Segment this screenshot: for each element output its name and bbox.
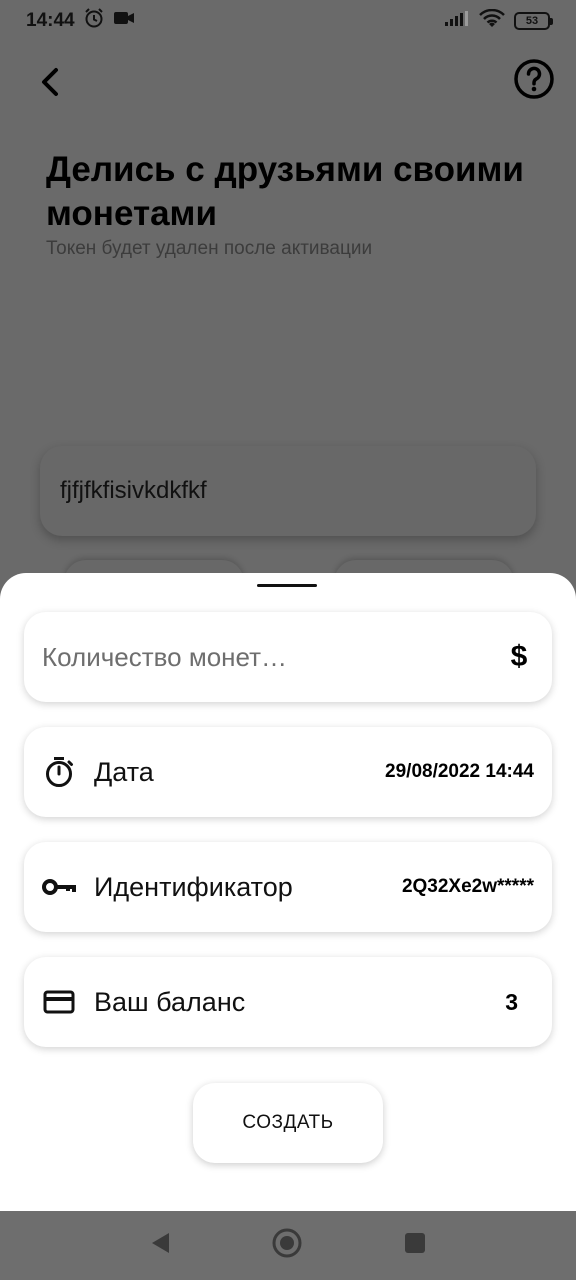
balance-value: 3 (505, 988, 518, 1015)
wifi-icon (479, 8, 505, 34)
date-row: Дата 29/08/2022 14:44 (24, 727, 552, 817)
token-field[interactable]: fjfjfkfisivkdkfkf (40, 446, 536, 536)
date-label: Дата (94, 756, 154, 787)
chevron-left-icon (39, 67, 61, 102)
balance-label: Ваш баланс (94, 986, 246, 1017)
date-value: 29/08/2022 14:44 (385, 761, 534, 782)
status-bar: 14:44 53 (0, 0, 576, 42)
signal-icon (444, 10, 470, 32)
identifier-row: Идентификатор 2Q32Xe2w***** (24, 842, 552, 932)
balance-row: Ваш баланс 3 (24, 957, 552, 1047)
key-icon (42, 870, 76, 904)
help-button[interactable] (513, 58, 555, 100)
identifier-label: Идентификатор (94, 871, 293, 902)
page-title: Делись с друзьями своими монетами (46, 150, 524, 233)
battery-level: 53 (525, 15, 539, 27)
status-right: 53 (444, 8, 553, 34)
page-subtitle: Токен будет удален после активации (46, 238, 373, 259)
amount-input[interactable] (42, 641, 504, 673)
amount-card[interactable]: $ (24, 612, 552, 702)
bottom-sheet: $ Дата 29/08/2022 14:44 Идентификатор 2Q… (0, 573, 576, 1211)
nav-home-icon[interactable] (271, 1227, 303, 1264)
alarm-icon (83, 7, 105, 35)
dollar-icon: $ (510, 640, 528, 673)
battery-icon: 53 (514, 12, 553, 30)
timer-icon (42, 755, 76, 789)
create-button[interactable]: СОЗДАТЬ (193, 1083, 383, 1163)
back-button[interactable] (30, 62, 70, 106)
credit-card-icon (42, 985, 76, 1019)
navigation-bar (0, 1211, 576, 1280)
sheet-drag-handle[interactable] (257, 584, 317, 587)
nav-recents-icon[interactable] (403, 1231, 427, 1260)
status-left: 14:44 (26, 7, 135, 35)
help-circle-icon (513, 59, 555, 104)
token-value: fjfjfkfisivkdkfkf (60, 477, 207, 504)
status-time: 14:44 (26, 10, 75, 31)
identifier-value: 2Q32Xe2w***** (401, 876, 534, 897)
video-camera-icon (113, 10, 135, 32)
nav-back-icon[interactable] (149, 1231, 171, 1260)
